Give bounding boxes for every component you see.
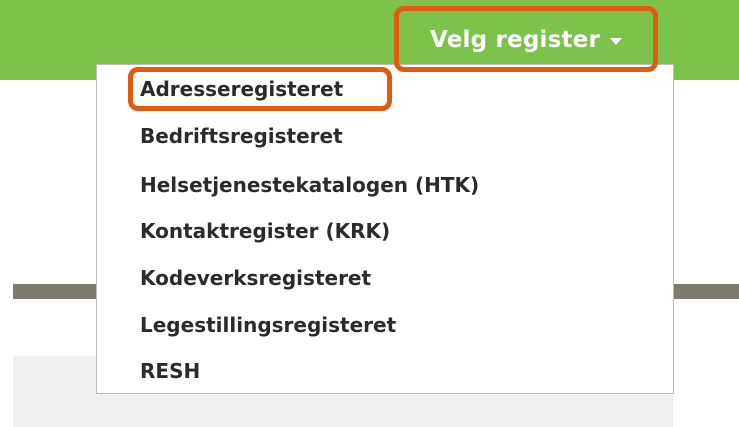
- choose-register-button[interactable]: Velg register: [404, 14, 648, 66]
- menu-item-htk[interactable]: Helsetjenestekatalogen (HTK): [140, 169, 479, 201]
- register-dropdown-menu: Adresseregisteret Bedriftsregisteret Hel…: [96, 64, 674, 394]
- menu-item-adresseregisteret[interactable]: Adresseregisteret: [140, 73, 343, 105]
- choose-register-label: Velg register: [429, 27, 600, 53]
- menu-item-krk[interactable]: Kontaktregister (KRK): [140, 215, 390, 247]
- menu-item-bedriftsregisteret[interactable]: Bedriftsregisteret: [140, 120, 343, 152]
- menu-item-resh[interactable]: RESH: [140, 355, 200, 387]
- menu-item-kodeverksregisteret[interactable]: Kodeverksregisteret: [140, 262, 371, 294]
- caret-down-icon: [610, 37, 622, 45]
- page: Velg register Adresseregisteret Bedrifts…: [0, 0, 739, 427]
- menu-item-legestillingsregisteret[interactable]: Legestillingsregisteret: [140, 309, 396, 341]
